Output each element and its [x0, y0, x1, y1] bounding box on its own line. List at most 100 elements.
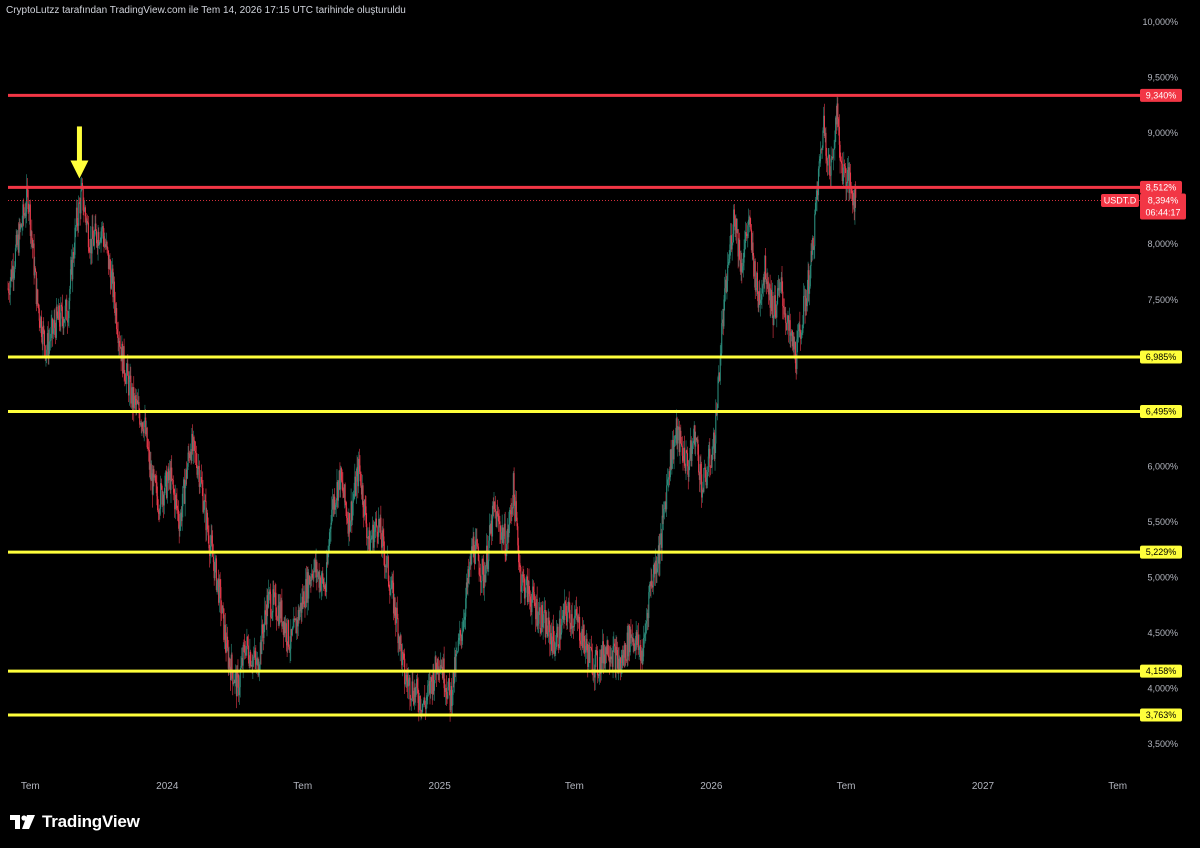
candle	[357, 451, 360, 494]
candle	[610, 644, 612, 667]
candle	[843, 151, 845, 188]
candle	[776, 300, 778, 328]
candle	[409, 675, 411, 711]
candle	[846, 181, 848, 201]
candle	[87, 214, 89, 224]
candle	[607, 639, 609, 657]
candle	[706, 466, 708, 489]
current-price-tag: 8,394% 06:44:17	[1140, 193, 1186, 220]
candle	[709, 438, 711, 478]
svg-text:3,763%: 3,763%	[1146, 710, 1177, 720]
x-tick-label: 2026	[700, 781, 723, 792]
tradingview-logo-text: TradingView	[42, 812, 140, 831]
candle	[275, 584, 277, 621]
candle	[830, 146, 832, 189]
candle	[817, 166, 820, 202]
candle	[288, 619, 290, 650]
y-tick-label: 8,000%	[1147, 239, 1178, 249]
candle	[60, 296, 62, 332]
candle	[564, 589, 566, 625]
candle	[677, 426, 679, 457]
x-tick-label: 2025	[429, 781, 452, 792]
svg-text:4,158%: 4,158%	[1146, 666, 1177, 676]
svg-text:8,512%: 8,512%	[1146, 182, 1177, 192]
support-level-label: 6,985%	[1140, 350, 1182, 364]
down-arrow-annotation[interactable]	[70, 126, 89, 179]
candle	[270, 583, 272, 628]
candle	[376, 525, 378, 548]
candle	[586, 633, 588, 653]
tradingview-logo-icon	[10, 815, 35, 829]
candle	[174, 484, 177, 520]
candle	[244, 633, 246, 660]
candle	[480, 580, 482, 593]
candle	[561, 606, 563, 635]
candle	[34, 266, 37, 273]
candle	[497, 506, 500, 532]
candle	[455, 641, 457, 682]
candle	[29, 199, 31, 244]
y-tick-label: 9,000%	[1147, 128, 1178, 138]
candle	[8, 283, 10, 300]
resistance-level-label: 9,340%	[1140, 88, 1182, 102]
candle	[685, 440, 687, 480]
svg-text:USDT.D: USDT.D	[1104, 195, 1137, 205]
candle	[12, 253, 14, 292]
candle	[146, 426, 148, 449]
candle	[641, 639, 643, 671]
y-tick-label: 3,500%	[1147, 739, 1178, 749]
candle	[547, 608, 549, 643]
candle	[55, 297, 57, 340]
candle	[110, 261, 113, 290]
candle	[515, 490, 517, 522]
candle	[832, 148, 834, 171]
candle	[435, 655, 437, 672]
candle	[119, 331, 121, 356]
candle	[290, 619, 292, 661]
candle	[680, 424, 682, 444]
candle	[380, 505, 382, 540]
candle	[252, 654, 254, 679]
annotations-layer	[70, 126, 89, 179]
candle	[95, 214, 97, 231]
candle	[44, 344, 46, 362]
candle	[461, 621, 463, 648]
candle	[572, 625, 574, 634]
candle	[790, 332, 792, 349]
x-axis: Tem 2024 Tem 2025 Tem 2026 Tem 2027 Tem	[21, 781, 1127, 792]
candle	[643, 625, 645, 662]
candle	[410, 698, 412, 711]
candle	[293, 607, 295, 628]
candle	[164, 472, 166, 496]
candle	[538, 602, 540, 634]
candle	[633, 638, 635, 654]
candle	[814, 209, 816, 259]
svg-text:8,394%: 8,394%	[1148, 195, 1179, 205]
candle	[638, 646, 640, 660]
candle	[216, 580, 218, 595]
candle	[767, 272, 769, 293]
y-tick-label: 9,500%	[1147, 73, 1178, 83]
candle	[375, 510, 377, 528]
price-chart[interactable]: 9,340% 8,512% 6,985% 6,495% 5,229% 4,158% 3,76…	[0, 0, 1200, 848]
candle	[214, 551, 216, 581]
x-tick-label: Tem	[21, 781, 40, 792]
candle	[761, 279, 763, 309]
candle	[476, 528, 478, 553]
candle	[785, 307, 787, 336]
candle	[739, 232, 741, 261]
candle	[396, 596, 398, 620]
candle	[520, 565, 522, 604]
candle	[523, 574, 526, 606]
candle	[171, 455, 173, 482]
candle	[397, 613, 399, 653]
candle	[666, 468, 668, 486]
candle	[360, 471, 362, 488]
candle	[637, 622, 639, 655]
candle	[598, 674, 600, 682]
svg-text:9,340%: 9,340%	[1146, 90, 1177, 100]
candle	[195, 445, 197, 469]
candle	[78, 195, 80, 233]
candle	[204, 494, 206, 502]
candle	[150, 451, 152, 491]
